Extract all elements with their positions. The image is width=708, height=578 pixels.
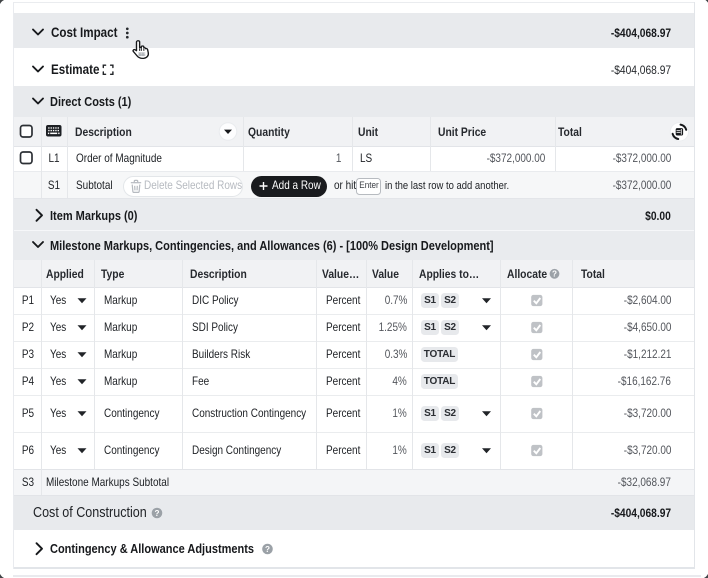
svg-text:?: ? [265,545,270,554]
svg-text:?: ? [154,509,159,518]
svg-text:?: ? [552,270,557,279]
